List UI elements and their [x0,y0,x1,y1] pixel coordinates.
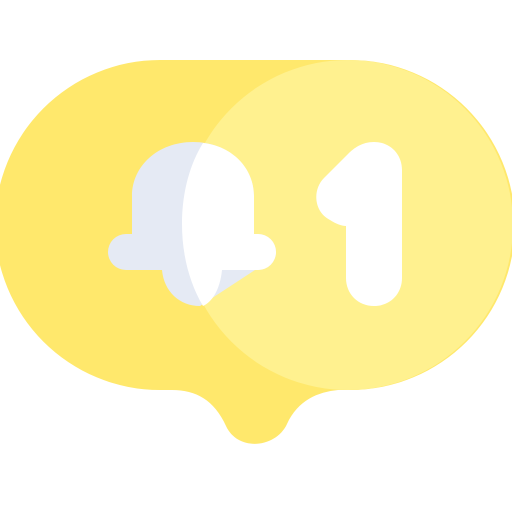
notification-speech-bubble-icon [0,60,512,444]
notification-badge-graphic [0,0,512,512]
